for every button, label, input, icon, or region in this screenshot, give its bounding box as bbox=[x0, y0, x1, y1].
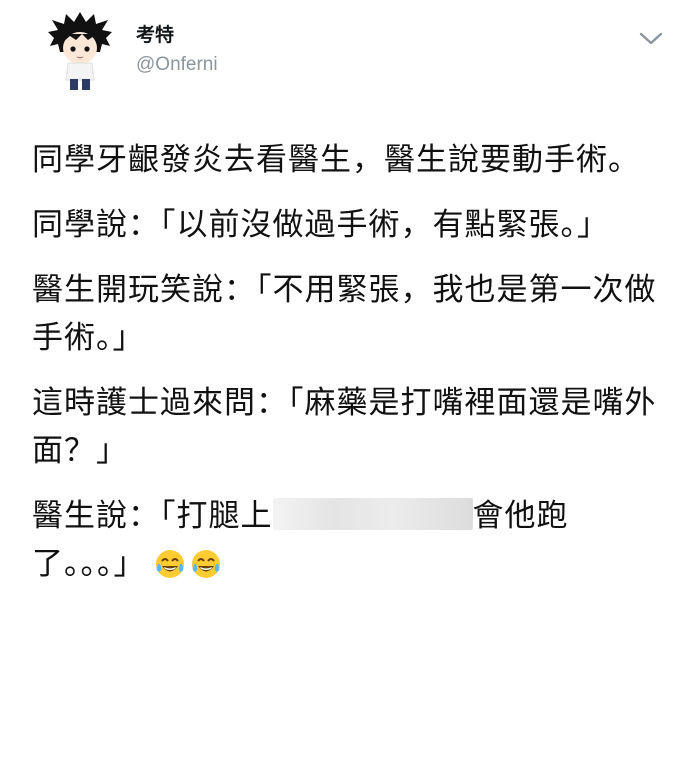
face-with-tears-of-joy-icon bbox=[190, 546, 222, 594]
face-with-tears-of-joy-icon bbox=[154, 546, 186, 594]
tweet-text-segment: 醫生說：「打腿上 bbox=[32, 498, 273, 534]
tweet-paragraph: 醫生開玩笑說：「不用緊張，我也是第一次做手術。」 bbox=[32, 272, 657, 356]
chevron-down-icon[interactable] bbox=[636, 26, 666, 50]
tweet-header: 考特 @Onferni bbox=[0, 0, 688, 110]
tweet-text: 同學牙齦發炎去看醫生，醫生說要動手術。 同學說：「以前沒做過手術，有點緊張。」 … bbox=[32, 136, 662, 594]
tweet-paragraph: 同學牙齦發炎去看醫生，醫生說要動手術。 bbox=[32, 142, 640, 178]
tweet-paragraph: 醫生說：「打腿上 會他跑了。。。」 bbox=[32, 492, 662, 594]
tweet-card: 考特 @Onferni 同學牙齦發炎去看醫生，醫生說要動手術。 同學說：「以前沒… bbox=[0, 0, 688, 769]
user-handle[interactable]: @Onferni bbox=[136, 54, 218, 76]
redacted-region bbox=[272, 498, 473, 530]
avatar[interactable] bbox=[40, 10, 120, 94]
avatar-image bbox=[48, 12, 112, 90]
display-name[interactable]: 考特 bbox=[136, 20, 174, 47]
tweet-paragraph: 同學說：「以前沒做過手術，有點緊張。」 bbox=[32, 207, 609, 243]
tweet-paragraph: 這時護士過來問：「麻藥是打嘴裡面還是嘴外面？」 bbox=[32, 385, 657, 469]
